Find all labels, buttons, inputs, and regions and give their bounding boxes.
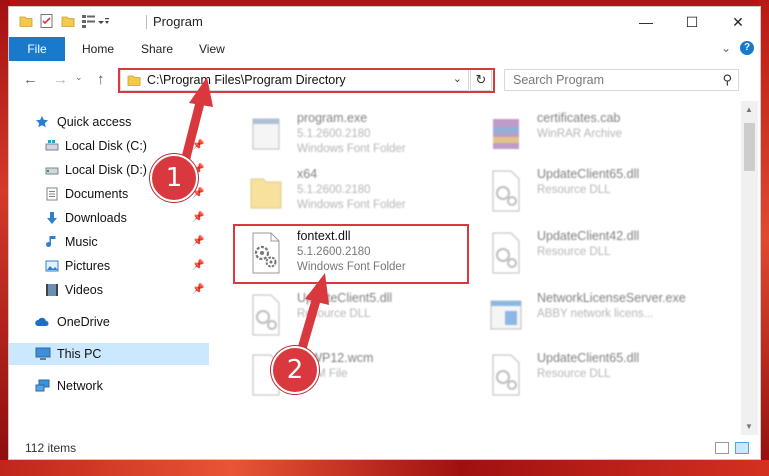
arrow-2-head: [305, 273, 329, 305]
explorer-window: Program — ☐ ✕ File Home Share View ⌄ ? ←…: [8, 6, 761, 460]
step-2-badge: 2: [271, 346, 319, 394]
step-1-badge: 1: [150, 154, 198, 202]
arrow-1-head: [189, 77, 213, 107]
annotation-arrows: [176, 77, 329, 364]
desktop-background-bottom: [0, 460, 769, 476]
